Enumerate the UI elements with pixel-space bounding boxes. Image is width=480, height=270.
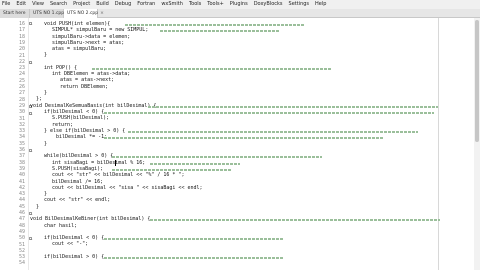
- menu-doxyblocks[interactable]: DoxyBlocks: [254, 0, 283, 9]
- code-line: }: [44, 90, 48, 96]
- tab-label: UTS NO 2.cpp: [67, 11, 99, 16]
- tab-uts-no-1[interactable]: UTS NO 1.cpp×: [30, 9, 70, 18]
- tab-uts-no-2[interactable]: UTS NO 2.cpp ×: [64, 9, 104, 18]
- menu-build[interactable]: Build: [96, 0, 109, 9]
- tab-start-here[interactable]: Start here: [0, 9, 30, 18]
- code-comment: [104, 238, 284, 240]
- code-line: void BilDesimalKeBiner(int bilDesimal) {: [30, 216, 151, 222]
- code-comment: [104, 137, 384, 139]
- code-comment: [104, 112, 434, 114]
- code-line: atas = atas->next;: [60, 77, 115, 83]
- code-line: atas = simpulBaru;: [52, 46, 107, 52]
- right-edge-guide: [438, 18, 439, 270]
- menu-project[interactable]: Project: [73, 0, 90, 9]
- code-line: cout << bilDesimal << "sisa " << sisaBag…: [52, 185, 203, 191]
- code-comment: [128, 131, 418, 133]
- menu-help[interactable]: Help: [315, 0, 326, 9]
- code-comment: [160, 30, 280, 32]
- code-line: SIMPUL* simpulBaru = new SIMPUL;: [52, 27, 149, 33]
- code-comment: [150, 219, 440, 221]
- code-line: cout << "str" << endl;: [44, 197, 111, 203]
- code-comment: [148, 106, 438, 108]
- code-comment: [92, 68, 332, 70]
- code-line: }: [44, 52, 48, 58]
- text-cursor: [115, 160, 116, 166]
- code-line: cout << "-";: [52, 241, 89, 247]
- fold-minus-icon[interactable]: −: [29, 112, 33, 116]
- fold-minus-icon[interactable]: −: [29, 149, 33, 153]
- fold-minus-icon[interactable]: −: [29, 237, 33, 241]
- menu-search[interactable]: Search: [50, 0, 67, 9]
- menu-plugins[interactable]: Plugins: [230, 0, 248, 9]
- menu-fortran[interactable]: Fortran: [137, 0, 155, 9]
- code-editor[interactable]: [32, 18, 480, 270]
- code-comment: [150, 163, 240, 165]
- menu-settings[interactable]: Settings: [289, 0, 310, 9]
- menu-tools[interactable]: Tools: [189, 0, 201, 9]
- scrollbar-thumb[interactable]: [475, 20, 479, 142]
- vertical-scrollbar[interactable]: [474, 18, 480, 270]
- editor-tab-bar: Start here UTS NO 1.cpp× UTS NO 2.cpp×: [0, 9, 480, 18]
- menu-view[interactable]: View: [32, 0, 44, 9]
- menu-file[interactable]: File: [2, 0, 10, 9]
- code-comment: [104, 257, 284, 259]
- code-line: S.PUSH(bilDesimal);: [52, 115, 110, 121]
- menu-bar: File Edit View Search Project Build Debu…: [0, 0, 480, 9]
- menu-edit[interactable]: Edit: [16, 0, 26, 9]
- fold-minus-icon[interactable]: −: [29, 22, 33, 26]
- code-line: }: [36, 204, 40, 210]
- code-line: if(bilDesimal > 0) {: [44, 254, 105, 260]
- code-comment: [125, 24, 305, 26]
- code-line: return DBElemen;: [60, 84, 109, 90]
- code-line: char hasil;: [44, 223, 78, 229]
- fold-minus-icon[interactable]: −: [29, 212, 33, 216]
- menu-debug[interactable]: Debug: [115, 0, 131, 9]
- code-comment: [112, 169, 232, 171]
- menu-wxsmith[interactable]: wxSmith: [161, 0, 183, 9]
- tab-label: Start here: [3, 11, 26, 16]
- tab-label: UTS NO 1.cpp: [33, 11, 65, 16]
- fold-minus-icon[interactable]: −: [29, 61, 33, 65]
- code-comment: [112, 156, 322, 158]
- code-line: };: [36, 96, 43, 102]
- code-line: cout << "str" << bilDesimal << "%" / 16 …: [52, 172, 185, 178]
- menu-tools-plus[interactable]: Tools+: [207, 0, 224, 9]
- line-number: 54: [18, 260, 25, 267]
- code-line: bilDesimal *= -1;: [56, 134, 108, 140]
- close-icon[interactable]: ×: [100, 11, 104, 16]
- code-line: }: [44, 141, 48, 147]
- code-line: while(bilDesimal > 0) {: [44, 153, 114, 159]
